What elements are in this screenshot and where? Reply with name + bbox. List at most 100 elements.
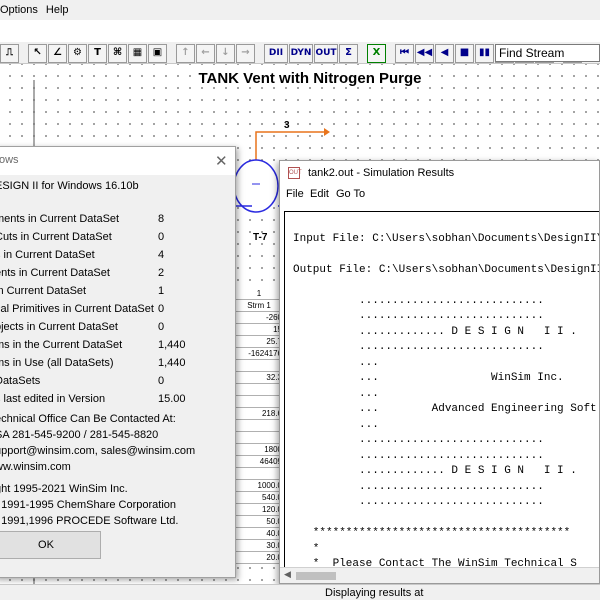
stream-value-cell — [236, 468, 284, 480]
stream-value-cell: 120.0 — [236, 504, 284, 516]
arrow-right-icon[interactable]: → — [236, 43, 255, 63]
scroll-thumb[interactable] — [296, 572, 336, 580]
results-line: * Please Contact The WinSim Technical S — [293, 558, 577, 567]
results-menu-bar: File Edit Go To — [280, 185, 599, 203]
menu-bar: Options Help — [0, 0, 600, 20]
run-dynamic-button[interactable]: DYN — [289, 43, 313, 63]
results-line: ............................ — [293, 480, 544, 493]
results-menu-edit[interactable]: Edit — [310, 188, 329, 200]
results-window-title: tank2.out - Simulation Results — [308, 167, 455, 179]
stat-row: ents in Current DataSet 2 — [0, 267, 165, 279]
ok-button[interactable]: OK — [0, 531, 101, 559]
results-line: ............................ — [293, 310, 544, 322]
find-stream-combo[interactable]: Find Stream — [495, 44, 600, 62]
status-bar: Displaying results at — [0, 584, 600, 600]
contact-email: upport@winsim.com, sales@winsim.com — [0, 445, 196, 457]
select-pointer-icon[interactable]: ↖ — [28, 43, 47, 63]
results-menu-file[interactable]: File — [286, 188, 304, 200]
about-product-name: ESIGN II for Windows — [0, 180, 102, 192]
results-menu-goto[interactable]: Go To — [336, 188, 365, 200]
stream-value-cell — [236, 384, 284, 396]
stream-3-line — [255, 131, 326, 160]
results-line — [293, 511, 599, 527]
results-line: ............................ — [293, 449, 544, 462]
stream-value-cell: 50.0 — [236, 516, 284, 528]
step-back-icon[interactable]: ◀ — [435, 43, 454, 63]
excel-icon[interactable]: X — [367, 43, 386, 63]
about-heading: ESIGN II for Windows 16.10b — [0, 180, 139, 192]
output-file-icon: OUT — [288, 167, 302, 179]
flowsheet-tool-icon[interactable]: ⎍ — [0, 43, 19, 63]
stat-row: ms in Use (all DataSets) 1,440 — [0, 357, 186, 369]
close-icon[interactable]: ✕ — [215, 152, 228, 170]
pause-icon[interactable]: ▮▮ — [475, 43, 494, 63]
stream-number-cell: 1 — [236, 288, 284, 300]
run-design-ii-button[interactable]: DII — [264, 43, 288, 63]
stream-value-cell: -260 — [236, 312, 284, 324]
view-output-button[interactable]: OUT — [314, 43, 338, 63]
arrow-down-icon[interactable]: ↓ — [216, 43, 235, 63]
sigma-icon[interactable]: Σ — [339, 43, 358, 63]
stat-row: s in Current DataSet 4 — [0, 249, 165, 261]
arrow-left-icon[interactable]: ← — [196, 43, 215, 63]
stream-value-cell: 218.6 — [236, 408, 284, 420]
equipment-icon[interactable]: ⚙ — [68, 43, 87, 63]
results-text-area[interactable]: Input File: C:\Users\sobhan\Documents\De… — [284, 211, 600, 568]
design-ii-main-window: Options Help ⎍ ↖ ∠ ⚙ T ⌘ ▦ ▣ ↑ ← ↓ → DII… — [0, 0, 600, 600]
results-line — [293, 216, 599, 232]
results-line: ... — [293, 418, 379, 431]
stat-row: ms in the Current DataSet 1,440 — [0, 339, 186, 351]
stream-value-cell — [236, 360, 284, 372]
first-case-icon[interactable]: ⏮ — [395, 43, 414, 63]
copyright-line: t 1991,1996 PROCEDE Software Ltd. — [0, 515, 179, 527]
stream-value-cell: 15 — [236, 324, 284, 336]
arrow-up-icon[interactable]: ↑ — [176, 43, 195, 63]
draw-line-icon[interactable]: ∠ — [48, 43, 67, 63]
menu-options[interactable]: Options — [0, 4, 46, 16]
stream-value-cell: 1000.0 — [236, 480, 284, 492]
stream-value-cell — [236, 420, 284, 432]
copyright-line: t 1991-1995 ChemShare Corporation — [0, 499, 177, 511]
table-tool-icon[interactable]: ▦ — [128, 43, 147, 63]
unit-t7-label[interactable]: T-7 — [253, 232, 267, 243]
results-titlebar[interactable]: OUT tank2.out - Simulation Results — [280, 161, 599, 185]
results-text: Input File: C:\Users\sobhan\Documents\De… — [293, 216, 600, 568]
stream-value-cell — [236, 432, 284, 444]
stream-3-label[interactable]: 3 — [284, 120, 290, 131]
results-line: ... — [293, 387, 379, 400]
simulation-results-window: OUT tank2.out - Simulation Results File … — [279, 160, 600, 584]
results-line: ... Advanced Engineering Soft — [293, 403, 597, 415]
results-line: ............................ — [293, 434, 544, 446]
about-product-version: 16.10b — [105, 180, 139, 192]
stream-value-cell: 20.0 — [236, 552, 284, 564]
stop-icon[interactable]: ■ — [455, 43, 474, 63]
stream-value-cell: 32.3 — [236, 372, 284, 384]
stream-3-arrowhead — [324, 128, 330, 136]
text-tool-icon[interactable]: T — [88, 43, 107, 63]
results-line: Input File: C:\Users\sobhan\Documents\De… — [293, 232, 600, 245]
picture-tool-icon[interactable]: ▣ — [148, 43, 167, 63]
fast-back-icon[interactable]: ◀◀ — [415, 43, 434, 63]
menu-help[interactable]: Help — [46, 4, 77, 16]
scroll-left-icon[interactable]: ◀ — [284, 570, 291, 580]
results-line: ............................ — [293, 294, 544, 307]
tank-t7-shape — [233, 159, 279, 213]
stat-row: cal Primitives in Current DataSet 0 — [0, 303, 165, 315]
about-dialog-title: ows — [0, 154, 19, 166]
results-line — [293, 278, 599, 294]
stat-row: in Current DataSet 1 — [0, 285, 165, 297]
copyright-line: ght 1995-2021 WinSim Inc. — [0, 483, 128, 495]
stream-value-cell: 40.0 — [236, 528, 284, 540]
results-line: ............................ — [293, 496, 544, 508]
results-line — [293, 247, 599, 263]
stream-tool-icon[interactable]: ⌘ — [108, 43, 127, 63]
stream-table: 1 Strm 1 -260 15 25.7 -1624176 32.3 218.… — [236, 288, 284, 564]
stat-row: DataSets0 — [0, 375, 165, 387]
contact-line: echnical Office Can Be Contacted At: — [0, 413, 176, 425]
stream-value-cell: 30.0 — [236, 540, 284, 552]
results-line: * — [293, 542, 320, 555]
horizontal-scrollbar[interactable]: ◀ — [280, 567, 599, 583]
stream-value-cell — [236, 396, 284, 408]
about-dialog-titlebar[interactable]: ows ✕ — [0, 147, 235, 175]
about-dialog: ows ✕ ESIGN II for Windows 16.10b ments … — [0, 146, 236, 578]
